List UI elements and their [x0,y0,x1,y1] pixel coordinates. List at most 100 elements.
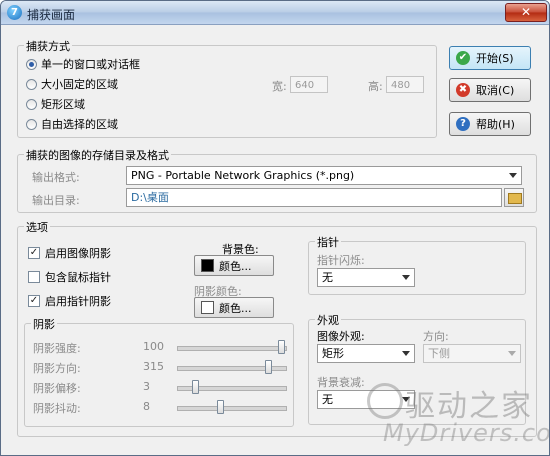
close-icon: ✕ [520,5,532,19]
checkbox-box[interactable]: ✓ [28,295,40,307]
help-label: 帮助(H) [476,118,515,131]
bg-color-swatch [201,259,214,272]
bg-color-button-label: 颜色... [219,259,252,273]
slider-value: 3 [143,380,150,393]
slider-thumb[interactable] [278,340,285,354]
slider-value: 315 [143,360,164,373]
radio-button[interactable] [26,118,37,130]
radio-label: 自由选择的区域 [41,118,118,131]
look-value: 矩形 [322,347,344,360]
folder-icon [508,193,522,204]
shadow-slider-row: 阴影偏移: 3 [25,378,293,398]
start-label: 开始(S) [476,52,514,65]
shadow-slider-row: 阴影抖动: 8 [25,398,293,418]
slider-thumb[interactable] [265,360,273,374]
shadow-color-swatch [201,301,214,314]
slider-thumb[interactable] [217,400,225,414]
checkbox-label: 包含鼠标指针 [45,271,111,284]
appearance-group: 外观 图像外观: 方向: 矩形 下侧 背景衰减: 无 [308,312,526,425]
shadow-color-button-label: 颜色... [219,301,252,315]
options-group: 选项 ✓ 启用图像阴影 包含鼠标指针 ✓ 启用指针阴影 背景色: 颜色... 阴… [17,219,537,437]
blink-select[interactable]: 无 [317,268,415,287]
cancel-icon: ✖ [456,83,470,97]
checkbox-label: 启用图像阴影 [45,247,111,260]
appearance-title: 外观 [315,312,341,328]
cancel-button[interactable]: ✖ 取消(C) [449,78,531,102]
radio-fixed-region[interactable]: 大小固定的区域 [26,76,118,92]
slider-label: 阴影强度: [33,342,81,355]
height-input[interactable]: 480 [386,76,424,93]
shadow-slider-row: 阴影强度: 100 [25,338,293,358]
chevron-down-icon [402,351,410,356]
window-title: 捕获画面 [27,8,76,22]
radio-rect-region[interactable]: 矩形区域 [26,96,85,112]
pointer-shadow-checkbox[interactable]: ✓ 启用指针阴影 [28,293,111,309]
storage-title: 捕获的图像的存储目录及格式 [24,147,171,163]
shadow-group: 阴影 阴影强度: 100 阴影方向: 315 阴影偏移: 3 阴影抖动: 8 [24,316,294,427]
dir-label: 输出目录: [32,194,80,207]
format-value: PNG - Portable Network Graphics (*.png) [131,169,355,182]
look-label: 图像外观: [317,330,365,343]
slider-track[interactable] [177,346,287,351]
dir-input[interactable]: D:\桌面 [126,188,502,207]
browse-folder-button[interactable] [504,188,524,207]
radio-button[interactable] [26,58,37,70]
capture-mode-title: 捕获方式 [24,38,72,54]
slider-track[interactable] [177,406,287,411]
pointer-group: 指针 指针闪烁: 无 [308,234,526,295]
format-select[interactable]: PNG - Portable Network Graphics (*.png) [126,166,522,185]
radio-label: 大小固定的区域 [41,78,118,91]
slider-label: 阴影方向: [33,362,81,375]
shadow-title: 阴影 [31,316,57,332]
blink-value: 无 [322,271,333,284]
slider-label: 阴影偏移: [33,382,81,395]
chevron-down-icon [509,173,517,178]
radio-label: 单一的窗口或对话框 [41,58,140,71]
cancel-label: 取消(C) [476,84,515,97]
capture-dialog: 7 捕获画面 ✕ 捕获方式 单一的窗口或对话框 大小固定的区域 矩形区域 自由选… [0,0,550,456]
checkbox-box[interactable] [28,271,40,283]
chevron-down-icon [508,351,516,356]
fade-value: 无 [322,393,333,406]
slider-label: 阴影抖动: [33,402,81,415]
app-icon: 7 [7,5,22,20]
direction-value: 下侧 [428,347,450,360]
title-bar: 7 捕获画面 ✕ [1,1,549,25]
slider-value: 8 [143,400,150,413]
help-icon: ? [456,117,470,131]
storage-group: 捕获的图像的存储目录及格式 输出格式: PNG - Portable Netwo… [17,147,537,213]
shadow-slider-row: 阴影方向: 315 [25,358,293,378]
start-icon: ✔ [456,51,470,65]
width-label: 宽: [272,80,287,93]
fade-label: 背景衰减: [317,376,365,389]
blink-label: 指针闪烁: [317,254,365,267]
slider-value: 100 [143,340,164,353]
checkbox-label: 启用指针阴影 [45,295,111,308]
pointer-title: 指针 [315,234,341,250]
radio-free-region[interactable]: 自由选择的区域 [26,116,118,132]
format-label: 输出格式: [32,171,80,184]
look-select[interactable]: 矩形 [317,344,415,363]
chevron-down-icon [402,275,410,280]
capture-mode-group: 捕获方式 单一的窗口或对话框 大小固定的区域 矩形区域 自由选择的区域 宽: 6… [17,38,437,138]
enable-shadow-checkbox[interactable]: ✓ 启用图像阴影 [28,245,111,261]
radio-label: 矩形区域 [41,98,85,111]
direction-select[interactable]: 下侧 [423,344,521,363]
radio-single-window[interactable]: 单一的窗口或对话框 [26,56,140,72]
bg-color-button[interactable]: 颜色... [194,255,274,276]
slider-thumb[interactable] [192,380,200,394]
radio-button[interactable] [26,98,37,110]
radio-button[interactable] [26,78,37,90]
chevron-down-icon [402,397,410,402]
help-button[interactable]: ? 帮助(H) [449,112,531,136]
fade-select[interactable]: 无 [317,390,415,409]
start-button[interactable]: ✔ 开始(S) [449,46,531,70]
height-label: 高: [368,80,383,93]
direction-label: 方向: [423,330,449,343]
close-button[interactable]: ✕ [505,3,547,22]
options-title: 选项 [24,219,50,235]
width-input[interactable]: 640 [290,76,328,93]
shadow-color-button[interactable]: 颜色... [194,297,274,318]
include-pointer-checkbox[interactable]: 包含鼠标指针 [28,269,111,285]
checkbox-box[interactable]: ✓ [28,247,40,259]
